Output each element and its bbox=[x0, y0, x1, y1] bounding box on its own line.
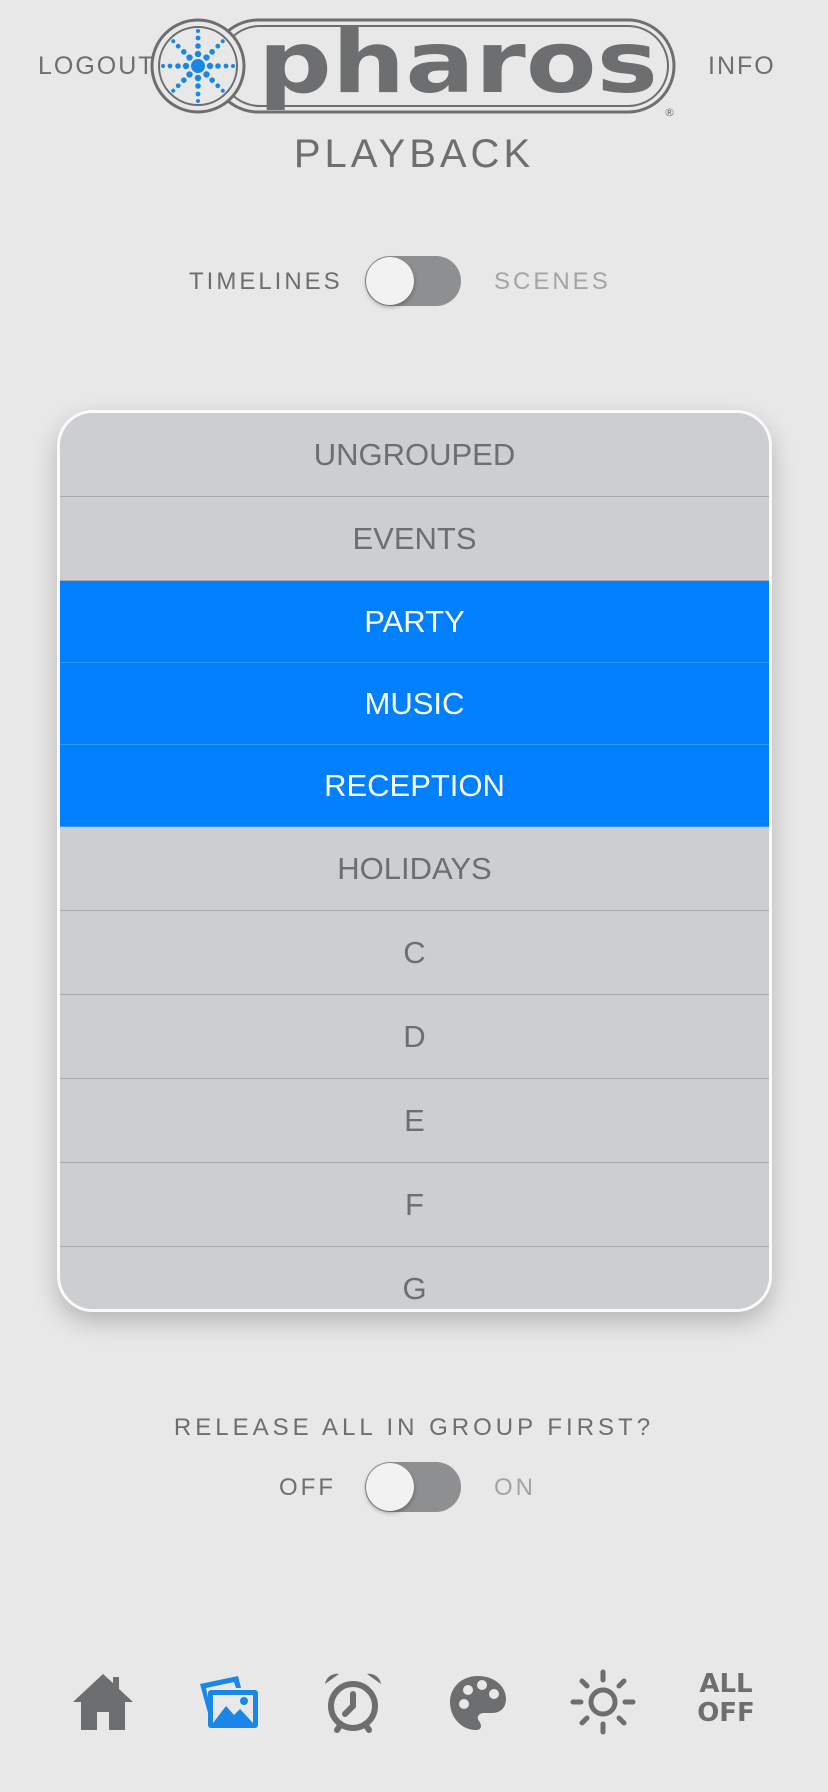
group-item[interactable]: UNGROUPED bbox=[60, 413, 769, 497]
release-toggle-row: OFF ON bbox=[0, 1462, 828, 1512]
all-off-line2: OFF bbox=[697, 1698, 755, 1728]
group-item[interactable]: D bbox=[60, 995, 769, 1079]
group-item[interactable]: RECEPTION bbox=[60, 745, 769, 827]
nav-schedule[interactable] bbox=[319, 1668, 387, 1736]
group-item[interactable]: MUSIC bbox=[60, 663, 769, 745]
group-item[interactable]: E bbox=[60, 1079, 769, 1163]
release-toggle[interactable] bbox=[365, 1462, 461, 1512]
group-item[interactable]: F bbox=[60, 1163, 769, 1247]
release-all-question: RELEASE ALL IN GROUP FIRST? bbox=[173, 1414, 655, 1441]
release-on-label: ON bbox=[494, 1474, 536, 1501]
all-off-button[interactable]: ALL OFF bbox=[690, 1670, 762, 1728]
home-icon bbox=[73, 1674, 133, 1730]
nav-home[interactable] bbox=[69, 1668, 137, 1736]
mode-toggle-row: TIMELINES SCENES bbox=[0, 256, 828, 306]
nav-colour[interactable] bbox=[444, 1668, 512, 1736]
group-item[interactable]: C bbox=[60, 911, 769, 995]
photos-icon bbox=[200, 1676, 258, 1728]
group-item[interactable]: G bbox=[60, 1247, 769, 1309]
svg-text:®: ® bbox=[664, 106, 675, 118]
mode-toggle[interactable] bbox=[365, 256, 461, 306]
palette-icon bbox=[450, 1676, 506, 1730]
nav-intensity[interactable] bbox=[569, 1668, 637, 1736]
page-title: PLAYBACK bbox=[293, 132, 535, 176]
info-link[interactable]: INFO bbox=[708, 52, 776, 81]
group-item[interactable]: EVENTS bbox=[60, 497, 769, 581]
bottom-nav: ALL OFF bbox=[0, 1668, 828, 1736]
scenes-label: SCENES bbox=[494, 268, 611, 295]
toggle-knob bbox=[366, 257, 414, 305]
logout-link[interactable]: LOGOUT bbox=[38, 52, 156, 81]
all-off-line1: ALL bbox=[699, 1669, 753, 1699]
release-off-label: OFF bbox=[279, 1474, 336, 1501]
timelines-label: TIMELINES bbox=[189, 268, 343, 295]
group-list[interactable]: UNGROUPED EVENTS PARTY MUSIC RECEPTION HOLIDA… bbox=[57, 410, 772, 1312]
alarm-clock-icon bbox=[325, 1673, 381, 1733]
brightness-icon bbox=[570, 1669, 636, 1735]
svg-text:pharos: pharos bbox=[258, 16, 658, 113]
pharos-logo: pharos ® bbox=[150, 13, 680, 119]
toggle-knob bbox=[366, 1463, 414, 1511]
group-item[interactable]: PARTY bbox=[60, 581, 769, 663]
group-item[interactable]: HOLIDAYS bbox=[60, 827, 769, 911]
nav-playback[interactable] bbox=[194, 1668, 262, 1736]
